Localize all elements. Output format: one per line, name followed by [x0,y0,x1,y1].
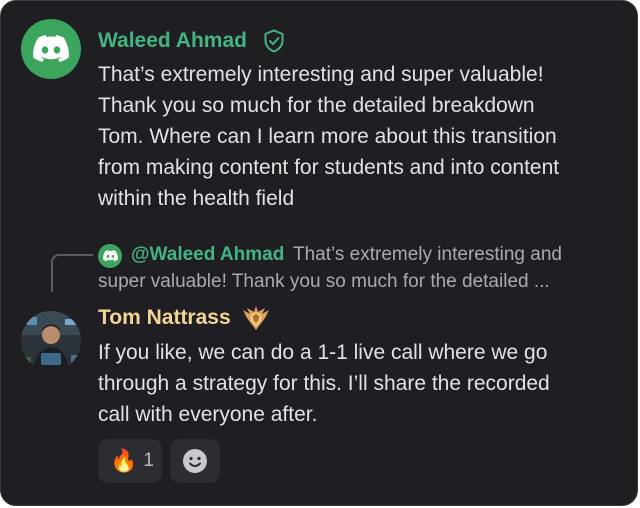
verified-shield-icon [264,29,284,53]
golden-shield-badge-icon [243,306,269,330]
add-reaction-icon [183,449,207,473]
avatar-discord[interactable] [21,19,81,79]
message-text: If you like, we can do a 1-1 live call w… [98,337,550,430]
reply-preview-text[interactable]: That’s extremely interesting and [293,242,562,268]
message-line: Tom. Where can I learn more about this t… [98,125,557,148]
message-line: from making content for students and int… [98,156,560,179]
user-photo-icon [21,311,81,371]
reaction-count: 1 [143,450,154,471]
avatar-tom[interactable] [21,311,81,371]
reaction-fire[interactable]: 🔥 1 [98,439,162,483]
reply-avatar-discord[interactable] [98,244,122,268]
message-line: Thank you so much for the detailed break… [98,94,535,117]
discord-logo-icon [33,35,69,62]
add-reaction-button[interactable] [170,439,220,483]
message-line: within the health field [98,187,295,210]
author-name[interactable]: Tom Nattrass [98,305,231,331]
author-name[interactable]: Waleed Ahmad [98,28,247,54]
fire-emoji-icon: 🔥 [110,448,138,473]
reply-preview-text[interactable]: super valuable! Thank you so much for th… [98,269,550,295]
message-line: That’s extremely interesting and super v… [98,63,544,86]
message-line: through a strategy for this. I’ll share … [98,372,550,395]
discord-logo-icon [102,250,118,262]
message-card: Waleed Ahmad That’s extremely interestin… [0,0,638,506]
reply-mention[interactable]: @Waleed Ahmad [131,242,284,268]
message-line: If you like, we can do a 1-1 live call w… [98,341,548,364]
message-text: That’s extremely interesting and super v… [98,59,559,214]
reply-connector [51,254,93,292]
message-line: call with everyone after. [98,403,318,426]
